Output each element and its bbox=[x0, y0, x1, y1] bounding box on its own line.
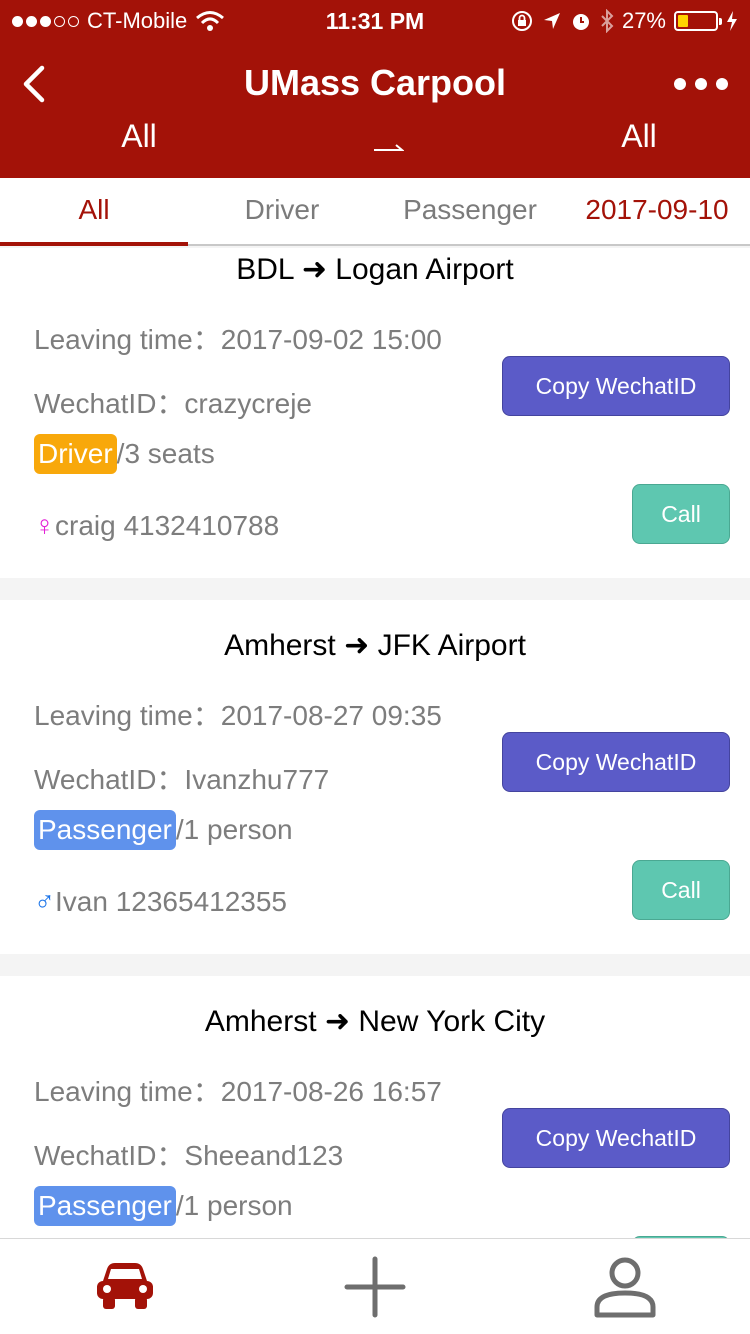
male-icon: ♂ bbox=[34, 886, 55, 917]
wechat-id: Ivanzhu777 bbox=[184, 764, 330, 795]
date-picker[interactable]: 2017-09-10 bbox=[564, 178, 750, 244]
wechat-id: crazycreje bbox=[184, 388, 313, 419]
leaving-time-label: Leaving time： bbox=[34, 700, 221, 731]
contact-text: craig 4132410788 bbox=[55, 510, 280, 541]
wechat-row: WechatID：Ivanzhu777 bbox=[34, 758, 329, 798]
wechat-label: WechatID： bbox=[34, 1140, 185, 1171]
page-title: UMass Carpool bbox=[243, 62, 507, 103]
capacity-text: /1 person bbox=[175, 1190, 293, 1221]
contact-row: ♀craig 4132410788 bbox=[34, 510, 279, 542]
ride-route: Amherst ➜ New York City bbox=[204, 1005, 546, 1038]
ride-card: BDL ➜ Logan Airport Leaving time：2017-09… bbox=[0, 248, 750, 578]
car-icon bbox=[97, 1263, 153, 1309]
more-dot bbox=[716, 78, 728, 90]
route-filter: All All bbox=[0, 118, 750, 168]
plus-icon bbox=[344, 1256, 406, 1318]
leaving-time-label: Leaving time： bbox=[34, 324, 221, 355]
wechat-row: WechatID：crazycreje bbox=[34, 382, 312, 422]
tab-driver[interactable]: Driver bbox=[188, 178, 376, 244]
copy-wechat-button[interactable]: Copy WechatID bbox=[502, 732, 730, 792]
route-arrow-icon bbox=[374, 144, 404, 151]
battery-icon bbox=[674, 11, 722, 31]
wechat-label: WechatID： bbox=[34, 388, 185, 419]
wechat-row: WechatID：Sheeand123 bbox=[34, 1134, 343, 1174]
leaving-time-row: Leaving time：2017-08-27 09:35 bbox=[34, 694, 442, 734]
tab-passenger[interactable]: Passenger bbox=[376, 178, 564, 244]
ride-route: BDL ➜ Logan Airport bbox=[236, 253, 514, 286]
contact-text: Ivan 12365412355 bbox=[55, 886, 287, 917]
capacity-text: /1 person bbox=[175, 814, 293, 845]
call-button[interactable]: Call bbox=[632, 484, 730, 544]
tab-profile[interactable] bbox=[500, 1239, 750, 1334]
status-right: 27% bbox=[510, 8, 738, 34]
charging-bolt-icon bbox=[727, 11, 737, 31]
copy-wechat-button[interactable]: Copy WechatID bbox=[502, 356, 730, 416]
leaving-time-value: 2017-08-27 09:35 bbox=[220, 700, 442, 731]
wechat-id: Sheeand123 bbox=[184, 1140, 344, 1171]
tab-rides[interactable] bbox=[0, 1239, 250, 1334]
leaving-time-row: Leaving time：2017-08-26 16:57 bbox=[34, 1070, 442, 1110]
person-icon bbox=[594, 1257, 656, 1318]
location-arrow-icon bbox=[543, 13, 560, 29]
leaving-time-row: Leaving time：2017-09-02 15:00 bbox=[34, 318, 442, 358]
app-header: CT-Mobile 11:31 PM 27% UMass Carpool All… bbox=[0, 0, 750, 178]
more-dot bbox=[674, 78, 686, 90]
role-badge: Passenger bbox=[34, 1186, 176, 1226]
battery-percent: 27% bbox=[621, 8, 666, 33]
ride-card: Amherst ➜ JFK Airport Leaving time：2017-… bbox=[0, 600, 750, 954]
role-badge: Passenger bbox=[34, 810, 176, 850]
tab-add-ride[interactable] bbox=[250, 1239, 500, 1334]
ride-route: Amherst ➜ JFK Airport bbox=[224, 629, 526, 662]
leaving-time-value: 2017-08-26 16:57 bbox=[220, 1076, 442, 1107]
contact-row: ♂Ivan 12365412355 bbox=[34, 886, 287, 918]
wechat-label: WechatID： bbox=[34, 764, 185, 795]
alarm-icon bbox=[572, 14, 589, 30]
leaving-time-label: Leaving time： bbox=[34, 1076, 221, 1107]
bottom-tab-bar bbox=[0, 1238, 750, 1334]
tab-all[interactable]: All bbox=[0, 178, 188, 246]
role-badge: Driver bbox=[34, 434, 117, 474]
from-location-select[interactable]: All bbox=[0, 118, 278, 155]
role-row: Passenger/1 person bbox=[34, 810, 293, 850]
ride-list: BDL ➜ Logan Airport Leaving time：2017-09… bbox=[0, 248, 750, 1238]
bluetooth-icon bbox=[601, 9, 614, 33]
rotation-lock-icon bbox=[511, 11, 532, 31]
leaving-time-value: 2017-09-02 15:00 bbox=[220, 324, 442, 355]
more-dot bbox=[695, 78, 707, 90]
capacity-text: /3 seats bbox=[116, 438, 215, 469]
copy-wechat-button[interactable]: Copy WechatID bbox=[502, 1108, 730, 1168]
status-bar: CT-Mobile 11:31 PM 27% bbox=[0, 0, 750, 42]
ride-card: Amherst ➜ New York City Leaving time：201… bbox=[0, 976, 750, 1238]
nav-bar: UMass Carpool bbox=[0, 50, 750, 120]
filter-tabs: All Driver Passenger 2017-09-10 bbox=[0, 178, 750, 246]
to-location-select[interactable]: All bbox=[500, 118, 750, 155]
role-row: Driver/3 seats bbox=[34, 434, 215, 474]
female-icon: ♀ bbox=[34, 510, 55, 541]
call-button[interactable]: Call bbox=[632, 860, 730, 920]
more-button[interactable] bbox=[674, 64, 728, 104]
role-row: Passenger/1 person bbox=[34, 1186, 293, 1226]
